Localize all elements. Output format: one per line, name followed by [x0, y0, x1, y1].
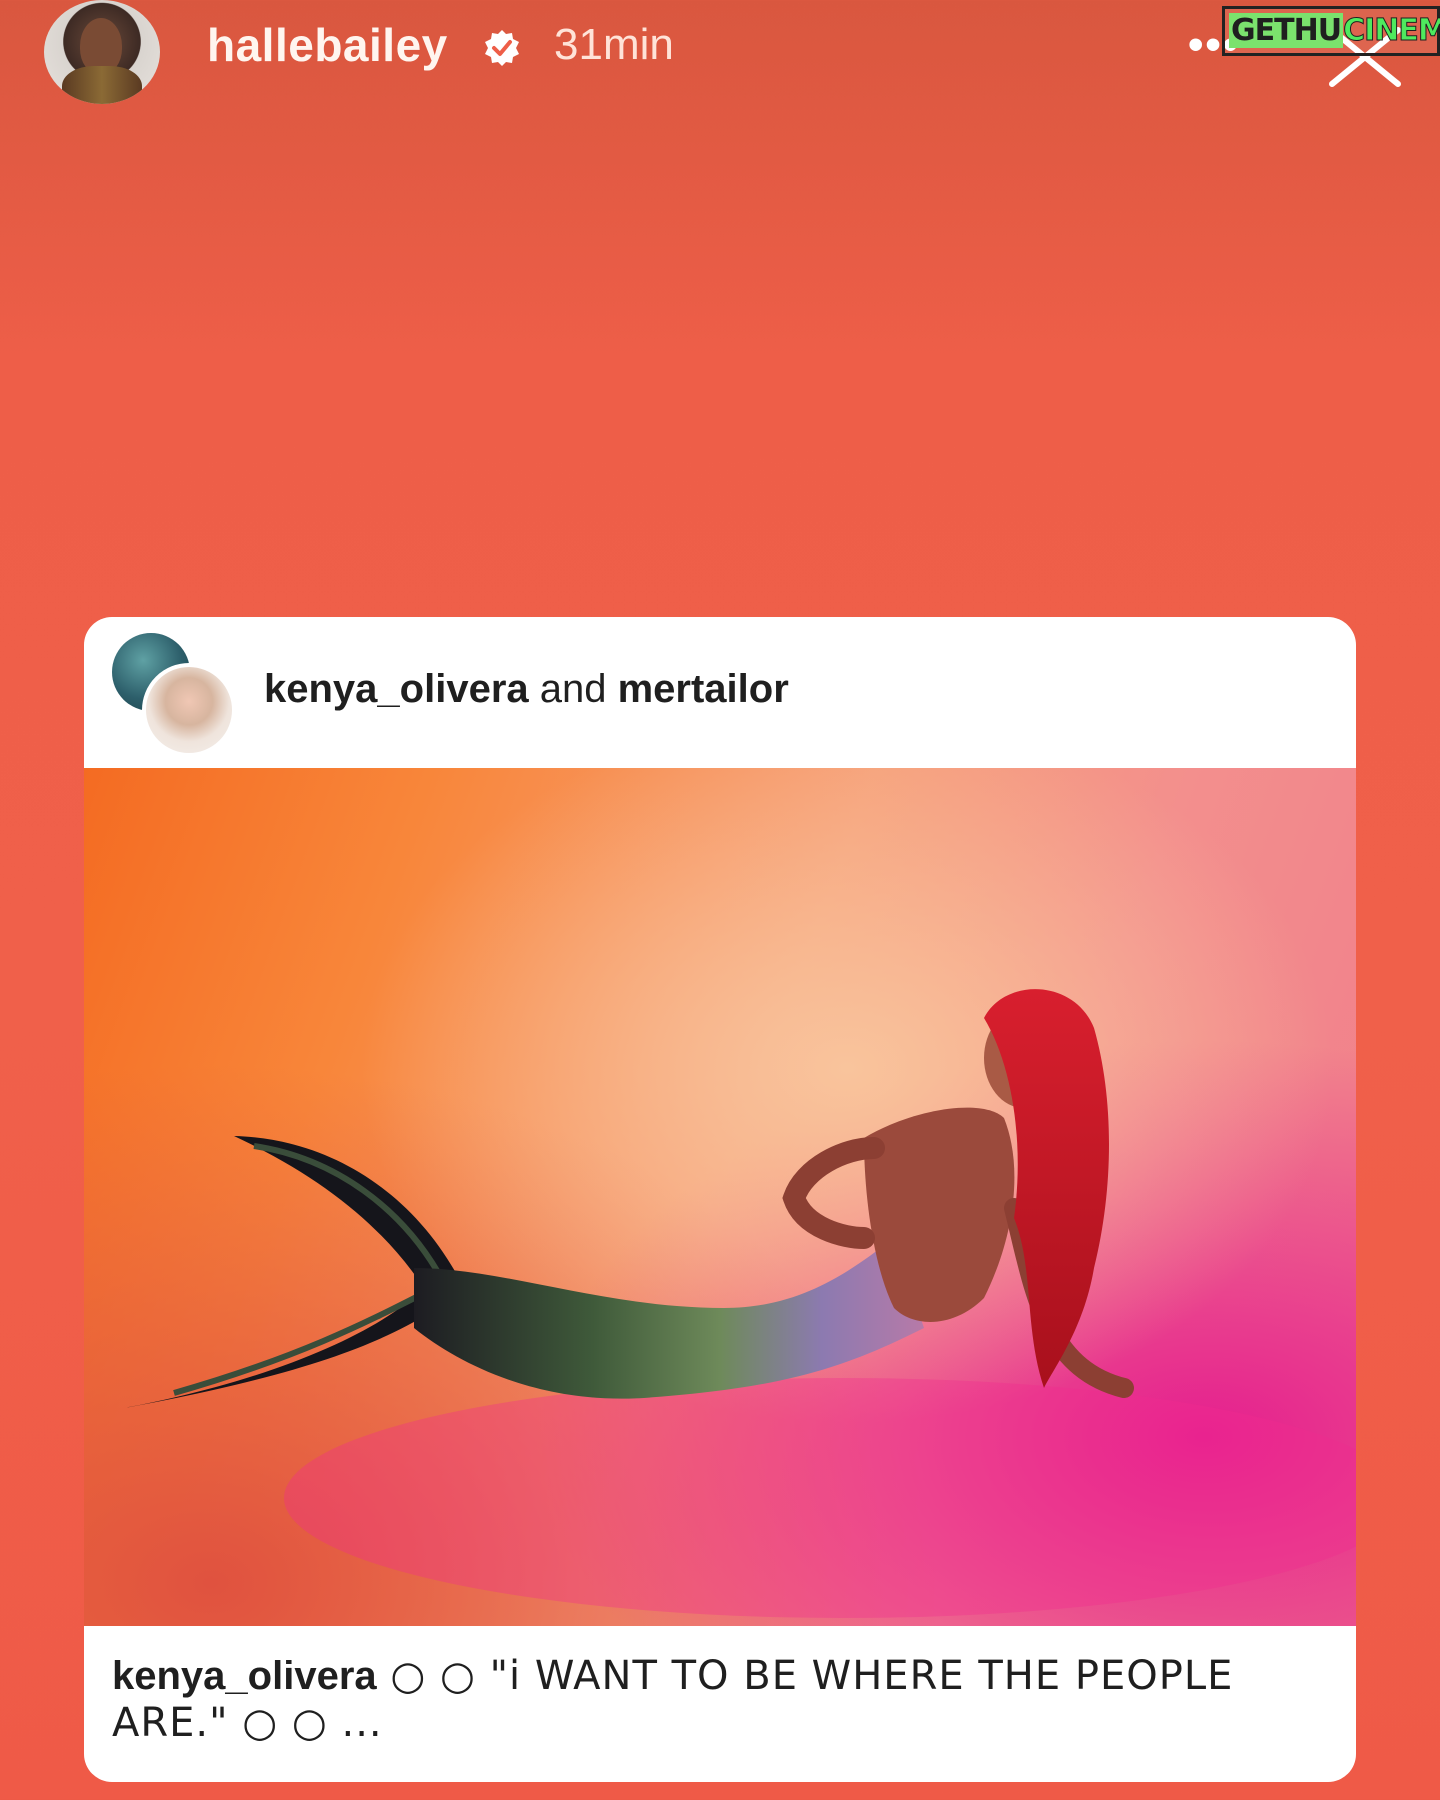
story-header: hallebailey 31min ••• GETHUCINEMA: [0, 0, 1440, 110]
collab-avatar-2[interactable]: [142, 663, 236, 757]
watermark-part1: GETHU: [1229, 13, 1344, 48]
collab-user-1[interactable]: kenya_olivera: [264, 667, 529, 711]
mermaid-illustration: [124, 989, 1356, 1618]
post-header: kenya_olivera and mertailor: [84, 617, 1356, 768]
watermark-part2: CINEMA: [1343, 13, 1440, 49]
collab-user-2[interactable]: mertailor: [618, 667, 789, 711]
post-image[interactable]: [84, 768, 1356, 1626]
collab-joiner: and: [528, 667, 618, 711]
collab-names[interactable]: kenya_olivera and mertailor: [264, 667, 789, 712]
avatar-body: [62, 66, 142, 104]
shared-post-card[interactable]: kenya_olivera and mertailor kenya_oliver…: [84, 617, 1356, 1782]
post-caption: kenya_olivera ○ ○ "i WANT TO BE WHERE TH…: [112, 1653, 1332, 1747]
story-time: 31min: [554, 20, 674, 69]
caption-username[interactable]: kenya_olivera: [112, 1654, 377, 1698]
avatar[interactable]: [44, 0, 160, 104]
story-username[interactable]: hallebailey: [207, 18, 448, 72]
watermark-logo: GETHUCINEMA: [1222, 6, 1440, 56]
verified-badge-icon: [485, 30, 519, 66]
